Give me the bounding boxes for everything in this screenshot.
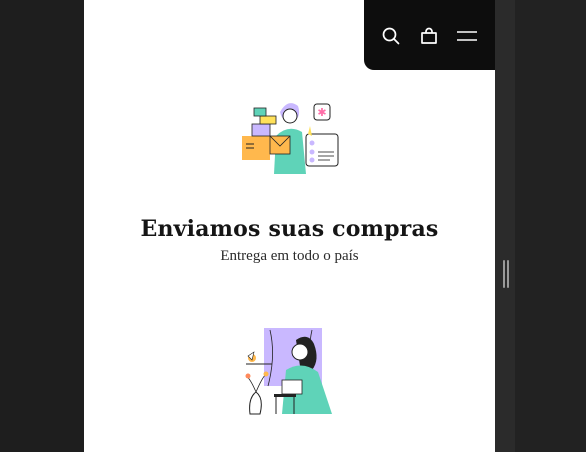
search-button[interactable] xyxy=(379,24,403,48)
search-icon xyxy=(382,27,400,45)
bag-icon xyxy=(421,27,437,44)
support-illustration xyxy=(245,328,332,415)
backdrop-left xyxy=(0,0,84,452)
cart-button[interactable] xyxy=(417,24,441,48)
feature-subtitle: Entrega em todo o país xyxy=(220,248,359,264)
feature-delivery: Enviamos suas compras Entrega em todo o … xyxy=(84,216,495,265)
delivery-illustration: ✱ xyxy=(242,103,339,174)
svg-text:✱: ✱ xyxy=(317,106,326,119)
resize-handle[interactable] xyxy=(503,260,509,288)
resize-rail xyxy=(495,0,515,452)
page-viewport: ✱ Enviamos suas compras Entrega em todo … xyxy=(84,0,495,452)
menu-button[interactable] xyxy=(455,24,479,48)
menu-icon xyxy=(457,31,477,41)
feature-title: Enviamos suas compras xyxy=(140,216,439,242)
top-navbar xyxy=(364,0,495,70)
